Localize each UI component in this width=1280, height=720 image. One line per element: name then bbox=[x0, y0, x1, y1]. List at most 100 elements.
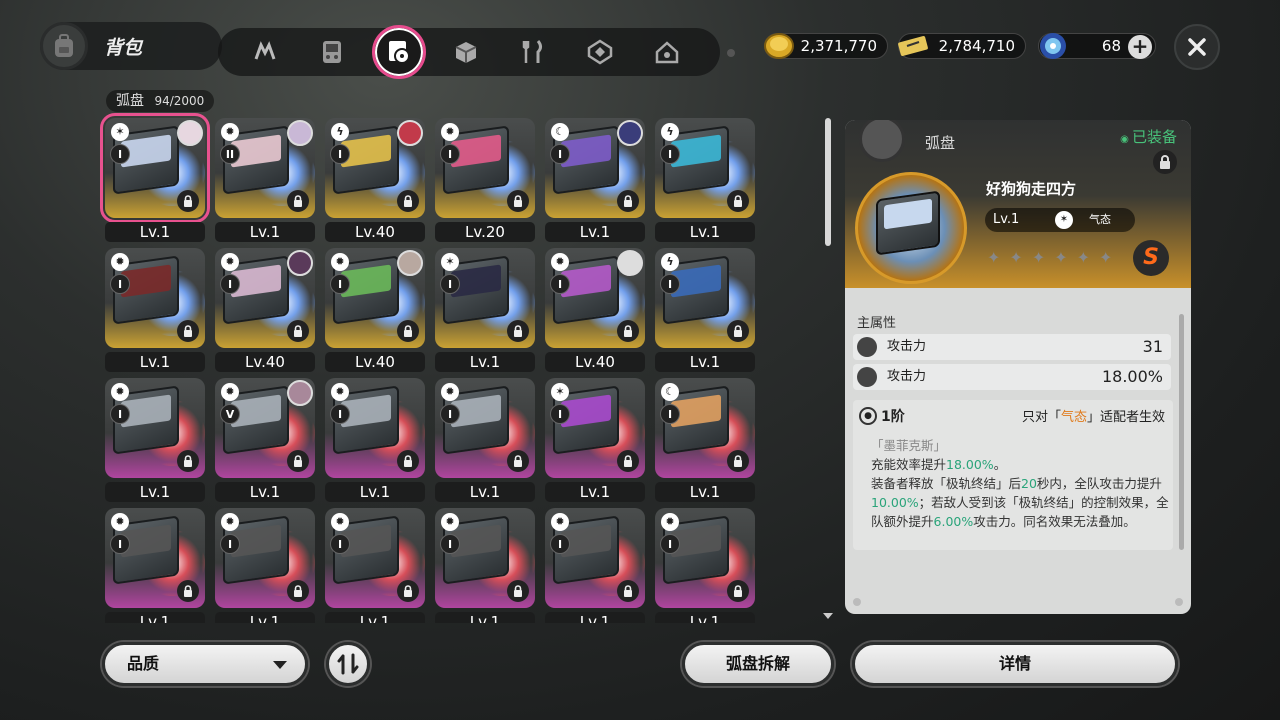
disc-card[interactable]: ✶ I Lv.1 bbox=[100, 113, 210, 242]
disc-level: Lv.1 bbox=[655, 352, 755, 372]
rank-badge: I bbox=[660, 534, 680, 554]
disc-card[interactable]: ☾ I Lv.1 bbox=[655, 378, 755, 502]
lock-icon[interactable] bbox=[177, 190, 199, 212]
disc-card[interactable]: ✹ I Lv.1 bbox=[325, 508, 425, 623]
disc-card[interactable]: ϟ I Lv.1 bbox=[655, 248, 755, 372]
disc-level: Lv.1 bbox=[993, 212, 1020, 227]
lock-icon[interactable] bbox=[397, 190, 419, 212]
attack-icon bbox=[857, 367, 877, 387]
lock-icon[interactable] bbox=[1153, 150, 1177, 174]
disc-card[interactable]: ✹ I Lv.1 bbox=[655, 508, 755, 623]
close-button[interactable] bbox=[1174, 24, 1220, 70]
disc-card[interactable]: ✹ I Lv.40 bbox=[545, 248, 645, 372]
attribute-icon: ✹ bbox=[661, 513, 679, 531]
sort-select[interactable]: 品质 bbox=[102, 642, 308, 686]
attribute-icon: ✶ bbox=[111, 123, 129, 141]
lock-icon[interactable] bbox=[397, 580, 419, 602]
equipped-agent-avatar bbox=[287, 380, 313, 406]
lock-icon[interactable] bbox=[177, 450, 199, 472]
attribute-icon: ϟ bbox=[661, 123, 679, 141]
disc-card[interactable]: ✹ I Lv.1 bbox=[545, 508, 645, 623]
lock-icon[interactable] bbox=[287, 190, 309, 212]
attribute-icon: ϟ bbox=[331, 123, 349, 141]
upgrade-stars: ✦ ✦ ✦ ✦ ✦ ✦ bbox=[987, 248, 1112, 267]
disc-card[interactable]: ✹ I Lv.1 bbox=[435, 508, 535, 623]
disc-card[interactable]: ✹ I Lv.1 bbox=[435, 378, 535, 502]
lock-icon[interactable] bbox=[507, 580, 529, 602]
bangboo-icon[interactable] bbox=[242, 29, 288, 75]
box-icon[interactable] bbox=[443, 29, 489, 75]
disc-level: Lv.40 bbox=[545, 352, 645, 372]
rank-badge: I bbox=[110, 144, 130, 164]
resource-icon[interactable] bbox=[577, 29, 623, 75]
lock-icon[interactable] bbox=[617, 320, 639, 342]
lock-icon[interactable] bbox=[727, 190, 749, 212]
attribute-icon: ✹ bbox=[221, 513, 239, 531]
food-icon[interactable] bbox=[510, 29, 556, 75]
stat-row: 攻击力 18.00% bbox=[853, 364, 1171, 390]
lock-icon[interactable] bbox=[507, 320, 529, 342]
lock-icon[interactable] bbox=[287, 450, 309, 472]
lock-icon[interactable] bbox=[287, 320, 309, 342]
rank-badge: I bbox=[330, 404, 350, 424]
rank-badge: I bbox=[330, 144, 350, 164]
effect-header: ● 1阶 只对「气态」适配者生效 bbox=[859, 406, 1167, 428]
effect-description: 「墨菲克斯」 充能效率提升18.00%。 装备者释放「极轨终结」后20秒内，全队… bbox=[871, 436, 1169, 531]
grid-scrollbar[interactable] bbox=[825, 118, 831, 246]
scroll-down-arrow[interactable] bbox=[823, 613, 833, 619]
currency-value: 2,784,710 bbox=[938, 37, 1015, 55]
lock-icon[interactable] bbox=[287, 580, 309, 602]
equipped-agent-avatar bbox=[397, 250, 423, 276]
disc-card[interactable]: ✶ I Lv.1 bbox=[545, 378, 645, 502]
disc-tile: ✶ I bbox=[100, 113, 210, 223]
rank-badge: I bbox=[550, 534, 570, 554]
lock-icon[interactable] bbox=[177, 320, 199, 342]
stat-value: 18.00% bbox=[1101, 367, 1163, 386]
lock-icon[interactable] bbox=[397, 450, 419, 472]
disc-card[interactable]: ✹ I Lv.1 bbox=[325, 378, 425, 502]
disc-card[interactable]: ✹ I Lv.40 bbox=[215, 248, 315, 372]
sort-order-button[interactable] bbox=[326, 642, 370, 686]
disc-card[interactable]: ✹ II Lv.1 bbox=[215, 118, 315, 242]
detail-button[interactable]: 详情 bbox=[852, 642, 1178, 686]
disc-card[interactable]: ϟ I Lv.1 bbox=[655, 118, 755, 242]
lock-icon[interactable] bbox=[727, 580, 749, 602]
lock-icon[interactable] bbox=[507, 190, 529, 212]
rank-badge: I bbox=[110, 404, 130, 424]
attribute-icon: ϟ bbox=[661, 253, 679, 271]
lock-icon[interactable] bbox=[177, 580, 199, 602]
lock-icon[interactable] bbox=[507, 450, 529, 472]
lock-icon[interactable] bbox=[727, 450, 749, 472]
disc-card[interactable]: ✶ I Lv.1 bbox=[435, 248, 535, 372]
equipped-agent-avatar bbox=[177, 120, 203, 146]
disc-card[interactable]: ☾ I Lv.1 bbox=[545, 118, 645, 242]
disc-level: Lv.1 bbox=[105, 352, 205, 372]
lock-icon[interactable] bbox=[617, 190, 639, 212]
disc-card[interactable]: ✹ I Lv.40 bbox=[325, 248, 425, 372]
detail-scrollbar[interactable] bbox=[1179, 314, 1184, 550]
lock-icon[interactable] bbox=[617, 450, 639, 472]
lock-icon[interactable] bbox=[727, 320, 749, 342]
disc-level: Lv.1 bbox=[655, 612, 755, 623]
disc-card[interactable]: ✹ I Lv.1 bbox=[215, 508, 315, 623]
disc-card[interactable]: ✹ V Lv.1 bbox=[215, 378, 315, 502]
equipped-status: 已装备 bbox=[1120, 126, 1177, 147]
add-currency-button[interactable]: + bbox=[1128, 35, 1152, 59]
rank-badge: I bbox=[220, 534, 240, 554]
disc-card[interactable]: ✹ I Lv.1 bbox=[105, 378, 205, 502]
disc-card[interactable]: ✹ I Lv.1 bbox=[105, 508, 205, 623]
disc-level: Lv.20 bbox=[435, 222, 535, 242]
lock-icon[interactable] bbox=[617, 580, 639, 602]
disc-card[interactable]: ϟ I Lv.40 bbox=[325, 118, 425, 242]
disc-card[interactable]: ✹ I Lv.20 bbox=[435, 118, 535, 242]
gamepad-icon[interactable] bbox=[309, 29, 355, 75]
disc-icon[interactable] bbox=[372, 25, 426, 79]
lock-icon[interactable] bbox=[397, 320, 419, 342]
dismantle-button[interactable]: 弧盘拆解 bbox=[682, 642, 834, 686]
effect-line-1: 充能效率提升18.00%。 bbox=[871, 457, 1007, 472]
attribute-icon: ✹ bbox=[221, 383, 239, 401]
rank-badge: I bbox=[110, 274, 130, 294]
disc-tile: ✹ II bbox=[215, 118, 315, 218]
disc-card[interactable]: ✹ I Lv.1 bbox=[105, 248, 205, 372]
furniture-icon[interactable] bbox=[644, 29, 690, 75]
